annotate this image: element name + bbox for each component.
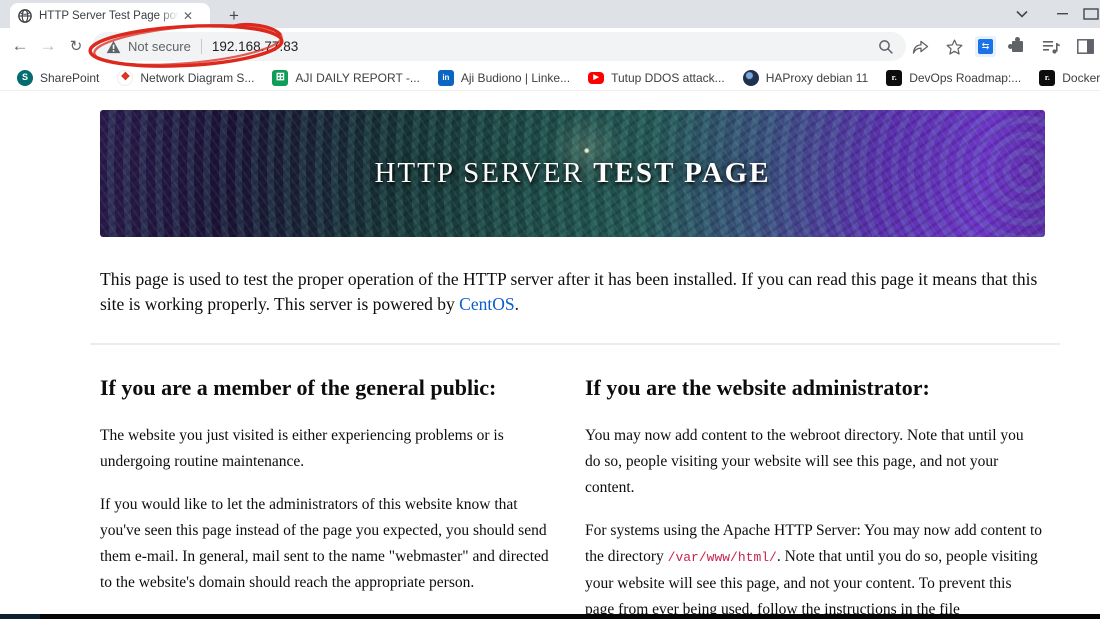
centos-link[interactable]: CentOS <box>459 294 514 314</box>
url-text[interactable]: 192.168.77.83 <box>212 39 298 54</box>
bookmark-docker-roadmap[interactable]: r. Docker Roadmap -... <box>1030 67 1100 89</box>
new-tab-button[interactable]: + <box>222 4 246 28</box>
intro-paragraph: This page is used to test the proper ope… <box>100 269 1038 314</box>
security-label[interactable]: Not secure <box>128 39 191 54</box>
tab-search-chevron-icon[interactable] <box>1002 0 1042 28</box>
general-public-heading: If you are a member of the general publi… <box>100 375 497 400</box>
extensions-puzzle-icon[interactable] <box>1004 34 1030 60</box>
bookmark-aji-daily-report[interactable]: ⊞ AJI DAILY REPORT -... <box>263 67 428 89</box>
administrator-heading: If you are the website administrator: <box>585 375 930 400</box>
bookmarks-bar: S SharePoint ❖ Network Diagram S... ⊞ AJ… <box>0 65 1100 91</box>
search-icon[interactable] <box>873 34 899 60</box>
divider-rule <box>90 343 1060 345</box>
share-icon[interactable] <box>907 34 933 60</box>
bookmark-haproxy[interactable]: HAProxy debian 11 <box>734 67 878 89</box>
page-content: HTTP SERVER TEST PAGE This page is used … <box>0 92 1100 615</box>
sharepoint-icon: S <box>17 69 33 86</box>
maximize-button[interactable] <box>1082 0 1100 28</box>
tab-strip: HTTP Server Test Page powered ✕ + <box>0 0 1100 28</box>
paragraph: If you would like to let the administrat… <box>100 496 549 591</box>
paragraph: For systems using the Apache HTTP Server… <box>585 522 1043 615</box>
bookmark-star-icon[interactable] <box>941 34 967 60</box>
paragraph: The website you just visited is either e… <box>100 427 504 470</box>
test-page-banner: HTTP SERVER TEST PAGE <box>100 110 1045 237</box>
bookmark-sharepoint[interactable]: S SharePoint <box>8 67 108 89</box>
paragraph: You may now add content to the webroot d… <box>585 427 1024 496</box>
globe-favicon-icon <box>18 8 32 23</box>
bookmark-youtube[interactable]: ▶ Tutup DDOS attack... <box>579 67 734 89</box>
bookmark-network-diagram[interactable]: ❖ Network Diagram S... <box>108 67 263 89</box>
omnibox-divider <box>200 39 202 54</box>
media-playlist-icon[interactable] <box>1038 34 1064 60</box>
side-panel-icon[interactable] <box>1072 34 1098 60</box>
address-bar[interactable]: Not secure 192.168.77.83 <box>92 32 906 61</box>
haproxy-icon <box>742 69 759 86</box>
path-code: /var/www/html/ <box>667 550 777 565</box>
taskbar-edge <box>0 614 1100 619</box>
translate-icon[interactable]: ⇆ <box>975 36 996 57</box>
back-button[interactable]: ← <box>6 32 34 60</box>
drawio-icon: ❖ <box>117 69 134 86</box>
tab-title: HTTP Server Test Page powered <box>39 9 179 22</box>
bookmark-devops-roadmap[interactable]: r. DevOps Roadmap:... <box>877 67 1030 89</box>
not-secure-warning-icon[interactable] <box>106 40 121 54</box>
browser-tab[interactable]: HTTP Server Test Page powered ✕ <box>10 3 210 28</box>
bookmark-linkedin[interactable]: in Aji Budiono | Linke... <box>429 67 579 89</box>
minimize-button[interactable] <box>1042 0 1082 28</box>
page-title: HTTP SERVER TEST PAGE <box>374 157 771 189</box>
tab-close-icon[interactable]: ✕ <box>183 10 193 22</box>
youtube-icon: ▶ <box>588 71 605 84</box>
google-sheets-icon: ⊞ <box>272 69 289 86</box>
roadmap-icon: r. <box>1039 69 1056 86</box>
linkedin-icon: in <box>437 69 454 86</box>
general-public-section: If you are a member of the general publi… <box>100 375 560 615</box>
administrator-section: If you are the website administrator: Yo… <box>585 375 1043 615</box>
reload-button[interactable]: ↻ <box>62 32 90 60</box>
roadmap-icon: r. <box>886 69 903 86</box>
browser-toolbar: ← → ↻ Not secure 192.168.77.83 ⇆ <box>0 28 1100 65</box>
forward-button[interactable]: → <box>34 32 62 60</box>
